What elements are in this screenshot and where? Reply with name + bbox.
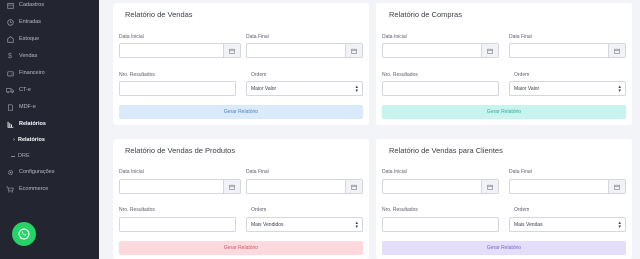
data-final-label: Data Final	[246, 34, 269, 40]
ordem-value: Mais Vendas	[514, 222, 543, 228]
data-inicial-input[interactable]	[119, 179, 241, 194]
ordem-value: Mais Vendidos	[251, 222, 284, 228]
card-title: Relatório de Vendas	[125, 10, 193, 19]
sidebar-item-label: Estoque	[19, 36, 40, 42]
sidebar-item-label: Relatórios	[19, 121, 46, 127]
warehouse-icon	[6, 35, 14, 43]
data-inicial-input[interactable]	[119, 43, 241, 58]
ordem-value: Maior Valor	[514, 86, 540, 92]
nro-resultados-label: Nro. Resultados	[382, 72, 418, 78]
calendar-icon	[481, 180, 498, 193]
sidebar: Cadastros Entradas Estoque $ Vendas Fina…	[0, 0, 99, 259]
sidebar-item-estoque[interactable]: Estoque	[0, 31, 99, 47]
calendar-icon	[345, 44, 362, 57]
document-icon	[6, 103, 14, 111]
data-final-input[interactable]	[509, 43, 626, 58]
sidebar-item-label: Relatórios	[18, 137, 45, 143]
whatsapp-button[interactable]	[12, 222, 36, 246]
chart-icon	[6, 120, 14, 128]
ordem-label: Ordem	[514, 72, 530, 78]
sidebar-subitem-relatorios[interactable]: › Relatórios	[0, 132, 99, 148]
sort-caret-icon: ▴ ▾	[355, 84, 358, 94]
sidebar-item-cte[interactable]: CT-e	[0, 82, 99, 98]
data-inicial-label: Data Inicial	[119, 34, 144, 40]
dollar-icon: $	[8, 52, 12, 60]
ordem-value: Maior Valor	[251, 86, 277, 92]
sidebar-item-label: DRE	[18, 153, 30, 159]
dash-icon	[9, 152, 17, 160]
sidebar-item-configuracoes[interactable]: Configurações	[0, 164, 99, 180]
cart-icon	[6, 185, 14, 193]
sidebar-item-label: Financeiro	[19, 70, 45, 76]
nro-resultados-input[interactable]	[382, 217, 499, 232]
data-inicial-label: Data Inicial	[382, 169, 407, 175]
ordem-label: Ordem	[251, 207, 267, 213]
data-inicial-label: Data Inicial	[119, 169, 144, 175]
ordem-select[interactable]: Mais Vendas ▴ ▾	[509, 217, 626, 232]
gerar-relatorio-button[interactable]: Gerar Relatório	[119, 241, 363, 255]
whatsapp-icon	[18, 228, 30, 240]
data-inicial-input[interactable]	[382, 179, 499, 194]
data-final-label: Data Final	[509, 34, 532, 40]
sidebar-item-label: Cadastros	[19, 2, 45, 8]
data-final-label: Data Final	[509, 169, 532, 175]
clock-icon	[6, 18, 14, 26]
calendar-icon	[608, 44, 625, 57]
wallet-icon	[6, 69, 14, 77]
sidebar-item-label: Vendas	[19, 53, 38, 59]
sort-caret-icon: ▴ ▾	[618, 84, 621, 94]
sidebar-subitem-dre[interactable]: DRE	[0, 148, 99, 164]
calendar-icon	[608, 180, 625, 193]
nro-resultados-input[interactable]	[119, 81, 236, 96]
ordem-label: Ordem	[514, 207, 530, 213]
nro-resultados-label: Nro. Resultados	[119, 72, 155, 78]
data-final-input[interactable]	[509, 179, 626, 194]
sidebar-item-label: MDF-e	[19, 104, 36, 110]
truck-icon	[6, 86, 14, 94]
data-inicial-input[interactable]	[382, 43, 499, 58]
nro-resultados-label: Nro. Resultados	[119, 207, 155, 213]
sidebar-item-cadastros[interactable]: Cadastros	[0, 0, 99, 13]
sidebar-item-label: Entradas	[19, 19, 42, 25]
sidebar-item-ecommerce[interactable]: Ecommerce	[0, 181, 99, 197]
gerar-relatorio-button[interactable]: Gerar Relatório	[119, 105, 363, 119]
nro-resultados-input[interactable]	[119, 217, 236, 232]
box-icon	[6, 1, 14, 9]
gerar-relatorio-button[interactable]: Gerar Relatório	[382, 105, 626, 119]
nro-resultados-label: Nro. Resultados	[382, 207, 418, 213]
sidebar-item-mdfe[interactable]: MDF-e	[0, 99, 99, 115]
card-title: Relatório de Vendas para Clientes	[389, 146, 503, 155]
nro-resultados-input[interactable]	[382, 81, 499, 96]
sidebar-item-label: Configurações	[19, 169, 55, 175]
card-relatorio-compras: Relatório de Compras Data Inicial Data F…	[376, 3, 632, 125]
card-title: Relatório de Vendas de Produtos	[125, 146, 236, 155]
sidebar-item-label: CT-e	[19, 87, 31, 93]
sidebar-item-financeiro[interactable]: Financeiro	[0, 65, 99, 81]
ordem-select[interactable]: Mais Vendidos ▴ ▾	[246, 217, 363, 232]
card-title: Relatório de Compras	[389, 10, 462, 19]
calendar-icon	[481, 44, 498, 57]
data-final-label: Data Final	[246, 169, 269, 175]
sidebar-item-entradas[interactable]: Entradas	[0, 14, 99, 30]
sort-caret-icon: ▴ ▾	[355, 220, 358, 230]
ordem-label: Ordem	[251, 72, 267, 78]
chevron-down-icon: ›	[13, 137, 15, 143]
sidebar-item-vendas[interactable]: $ Vendas	[0, 48, 99, 64]
card-relatorio-vendas: Relatório de Vendas Data Inicial Data Fi…	[113, 3, 369, 125]
ordem-select[interactable]: Maior Valor ▴ ▾	[246, 81, 363, 96]
gear-icon	[6, 168, 14, 176]
calendar-icon	[345, 180, 362, 193]
gerar-relatorio-button[interactable]: Gerar Relatório	[382, 241, 626, 255]
sidebar-item-relatorios[interactable]: Relatórios	[0, 116, 99, 132]
calendar-icon	[223, 44, 240, 57]
ordem-select[interactable]: Maior Valor ▴ ▾	[509, 81, 626, 96]
sidebar-item-label: Ecommerce	[19, 186, 49, 192]
data-final-input[interactable]	[246, 179, 363, 194]
card-relatorio-vendas-clientes: Relatório de Vendas para Clientes Data I…	[376, 139, 632, 259]
sort-caret-icon: ▴ ▾	[618, 220, 621, 230]
card-relatorio-vendas-produtos: Relatório de Vendas de Produtos Data Ini…	[113, 139, 369, 259]
data-inicial-label: Data Inicial	[382, 34, 407, 40]
data-final-input[interactable]	[246, 43, 363, 58]
calendar-icon	[223, 180, 240, 193]
